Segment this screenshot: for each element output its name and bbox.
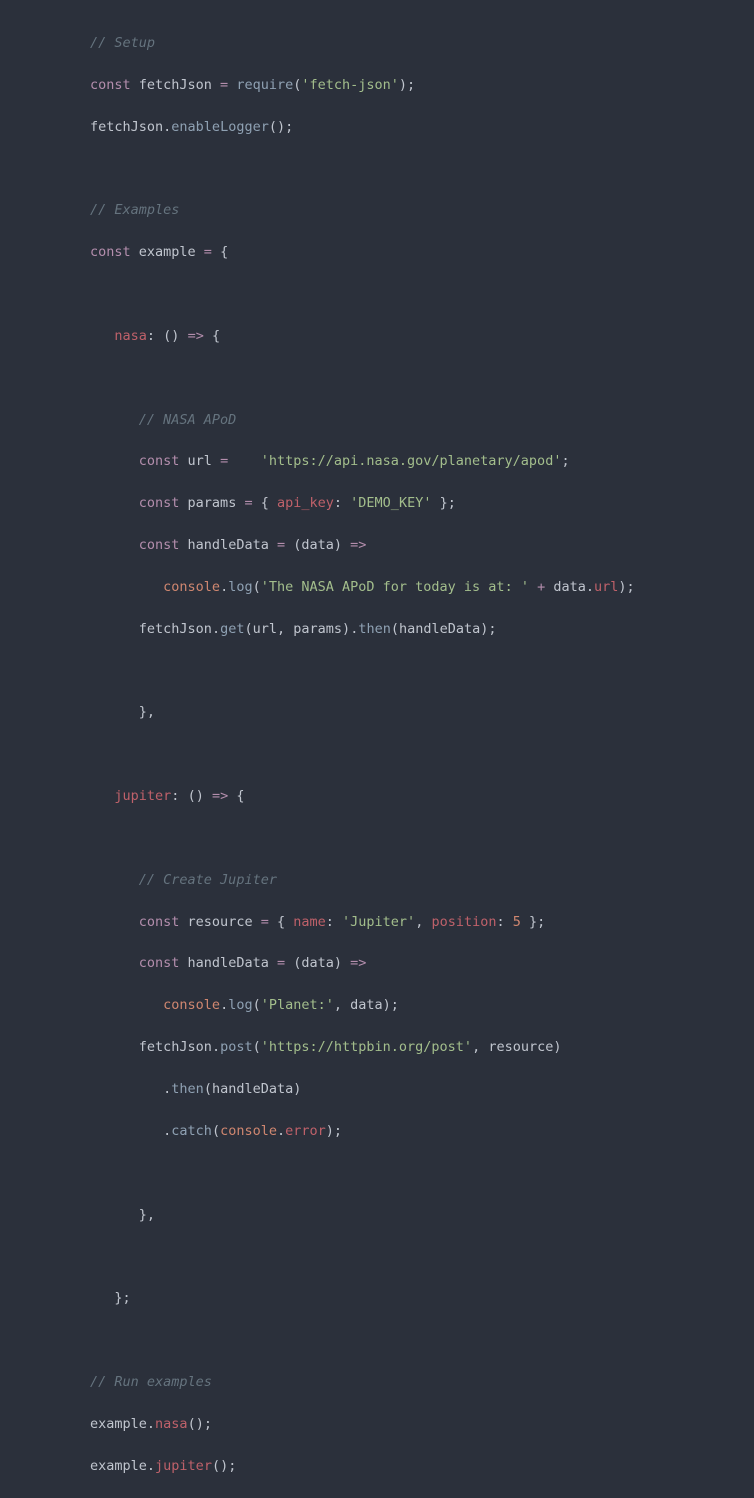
- code-line: },: [90, 702, 734, 723]
- code-line: fetchJson.enableLogger();: [90, 117, 734, 138]
- keyword-const: const: [90, 77, 131, 93]
- code-line: example.nasa();: [90, 1414, 734, 1435]
- code-line: const url = 'https://api.nasa.gov/planet…: [90, 451, 734, 472]
- code-line: // Create Jupiter: [90, 870, 734, 891]
- code-line: [90, 1246, 734, 1267]
- prop-nasa: nasa: [114, 328, 147, 344]
- code-line: };: [90, 1288, 734, 1309]
- comment: // NASA APoD: [139, 412, 237, 428]
- comment: // Setup: [90, 35, 155, 51]
- comment: // Run examples: [90, 1374, 212, 1390]
- code-line: [90, 1163, 734, 1184]
- code-line: const handleData = (data) =>: [90, 535, 734, 556]
- code-line: [90, 284, 734, 305]
- code-line: const resource = { name: 'Jupiter', posi…: [90, 912, 734, 933]
- code-line: fetchJson.get(url, params).then(handleDa…: [90, 619, 734, 640]
- code-line: .catch(console.error);: [90, 1121, 734, 1142]
- prop-jupiter: jupiter: [114, 788, 171, 804]
- code-block: // Setup const fetchJson = require('fetc…: [0, 12, 754, 1497]
- code-line: const handleData = (data) =>: [90, 953, 734, 974]
- code-line: fetchJson.post('https://httpbin.org/post…: [90, 1037, 734, 1058]
- code-line: },: [90, 1205, 734, 1226]
- code-line: [90, 368, 734, 389]
- code-line: // NASA APoD: [90, 410, 734, 431]
- code-line: [90, 158, 734, 179]
- code-line: console.log('Planet:', data);: [90, 995, 734, 1016]
- code-line: [90, 744, 734, 765]
- code-line: // Examples: [90, 200, 734, 221]
- code-line: [90, 661, 734, 682]
- code-line: const fetchJson = require('fetch-json');: [90, 75, 734, 96]
- code-line: // Setup: [90, 33, 734, 54]
- comment: // Examples: [90, 202, 179, 218]
- code-line: [90, 1330, 734, 1351]
- code-line: [90, 828, 734, 849]
- code-line: example.jupiter();: [90, 1456, 734, 1477]
- code-line: console.log('The NASA APoD for today is …: [90, 577, 734, 598]
- code-line: nasa: () => {: [90, 326, 734, 347]
- code-line: const params = { api_key: 'DEMO_KEY' };: [90, 493, 734, 514]
- code-line: // Run examples: [90, 1372, 734, 1393]
- code-line: jupiter: () => {: [90, 786, 734, 807]
- code-line: .then(handleData): [90, 1079, 734, 1100]
- code-line: const example = {: [90, 242, 734, 263]
- comment: // Create Jupiter: [139, 872, 277, 888]
